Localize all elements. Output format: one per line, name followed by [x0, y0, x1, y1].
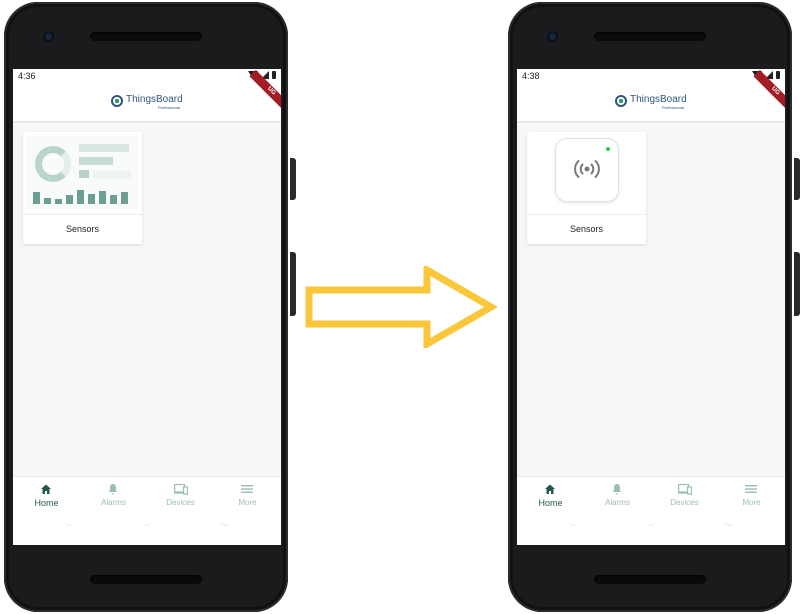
status-time: 4:36: [18, 71, 36, 81]
bell-icon: [108, 484, 118, 495]
preview-column: [99, 191, 106, 204]
preview-column: [55, 199, 62, 204]
preview-bar: [93, 170, 131, 178]
thingsboard-logo: ThingsBoard Professional: [111, 94, 183, 110]
volume-button: [290, 252, 296, 316]
volume-button: [794, 252, 800, 316]
gesture-arc: [647, 521, 655, 526]
devices-icon: [678, 483, 692, 495]
phone-screen: 4:38 ThingsBoard Professional UG Sensors…: [517, 69, 785, 545]
preview-column: [77, 190, 84, 204]
nav-home-label: Home: [538, 498, 563, 508]
system-gesture-bar: [13, 517, 281, 545]
thingsboard-logo: ThingsBoard Professional: [615, 94, 687, 110]
battery-icon: [776, 71, 780, 79]
battery-icon: [272, 71, 276, 79]
preview-column: [110, 195, 117, 204]
gesture-arc: [143, 521, 151, 526]
nav-alarms[interactable]: Alarms: [584, 477, 651, 518]
preview-column: [88, 194, 95, 204]
nav-devices-label: Devices: [670, 498, 699, 507]
gesture-arc: [65, 521, 73, 526]
brand-name: ThingsBoard: [630, 94, 687, 105]
gesture-arc: [221, 521, 229, 526]
thingsboard-logo-icon: [615, 95, 627, 107]
power-button: [290, 158, 296, 200]
gesture-arc: [569, 521, 577, 526]
status-time: 4:38: [522, 71, 540, 81]
home-icon: [545, 484, 555, 494]
nav-home[interactable]: Home: [517, 477, 584, 518]
nav-devices[interactable]: Devices: [147, 477, 214, 518]
nav-alarms-label: Alarms: [101, 498, 126, 507]
bottom-navigation: Home Alarms Devices More: [13, 476, 281, 518]
app-bar: ThingsBoard Professional UG: [517, 69, 785, 121]
devices-icon: [174, 483, 188, 495]
dashboard-tile-sensors[interactable]: Sensors: [23, 132, 142, 244]
tile-label: Sensors: [23, 214, 142, 244]
phone-right: 4:38 ThingsBoard Professional UG Sensors…: [504, 0, 800, 614]
preview-column: [44, 198, 51, 204]
gesture-arc: [725, 521, 733, 526]
sensor-broadcast-icon-box: [555, 138, 619, 202]
front-camera: [43, 31, 54, 42]
phone-left: 4:36 ThingsBoard Professional UG Sensors…: [0, 0, 296, 614]
nav-devices-label: Devices: [166, 498, 195, 507]
nav-more-label: More: [238, 498, 257, 507]
online-indicator: [606, 147, 610, 151]
preview-bar: [79, 170, 89, 178]
nav-devices[interactable]: Devices: [651, 477, 718, 518]
tile-label: Sensors: [527, 214, 646, 244]
front-camera: [547, 31, 558, 42]
nav-more[interactable]: More: [718, 477, 785, 518]
system-gesture-bar: [517, 517, 785, 545]
thingsboard-logo-icon: [111, 95, 123, 107]
preview-bar: [79, 144, 129, 152]
status-bar: 4:36: [13, 69, 281, 83]
dashboard-preview-thumbnail: [27, 136, 138, 210]
nav-alarms[interactable]: Alarms: [80, 477, 147, 518]
dashboard-tile-sensors[interactable]: Sensors: [527, 132, 646, 244]
bell-icon: [612, 484, 622, 495]
nav-alarms-label: Alarms: [605, 498, 630, 507]
preview-column: [66, 195, 73, 204]
nav-home[interactable]: Home: [13, 477, 80, 518]
menu-icon: [745, 485, 757, 493]
preview-bar: [79, 157, 113, 165]
brand-name: ThingsBoard: [126, 94, 183, 105]
nav-more[interactable]: More: [214, 477, 281, 518]
bottom-speaker: [594, 575, 706, 584]
donut-chart-preview: [35, 146, 71, 182]
home-icon: [41, 484, 51, 494]
nav-home-label: Home: [34, 498, 59, 508]
preview-column: [121, 192, 128, 204]
nav-more-label: More: [742, 498, 761, 507]
brand-edition: Professional: [662, 105, 685, 110]
top-speaker: [594, 32, 706, 41]
bottom-navigation: Home Alarms Devices More: [517, 476, 785, 518]
arrow-right-icon: [305, 266, 497, 348]
status-bar: 4:38: [517, 69, 785, 83]
preview-column: [33, 192, 40, 204]
app-bar: ThingsBoard Professional UG: [13, 69, 281, 121]
power-button: [794, 158, 800, 200]
bottom-speaker: [90, 575, 202, 584]
menu-icon: [241, 485, 253, 493]
brand-edition: Professional: [158, 105, 181, 110]
sensor-broadcast-icon: [574, 160, 600, 178]
phone-screen: 4:36 ThingsBoard Professional UG Sensors…: [13, 69, 281, 545]
top-speaker: [90, 32, 202, 41]
